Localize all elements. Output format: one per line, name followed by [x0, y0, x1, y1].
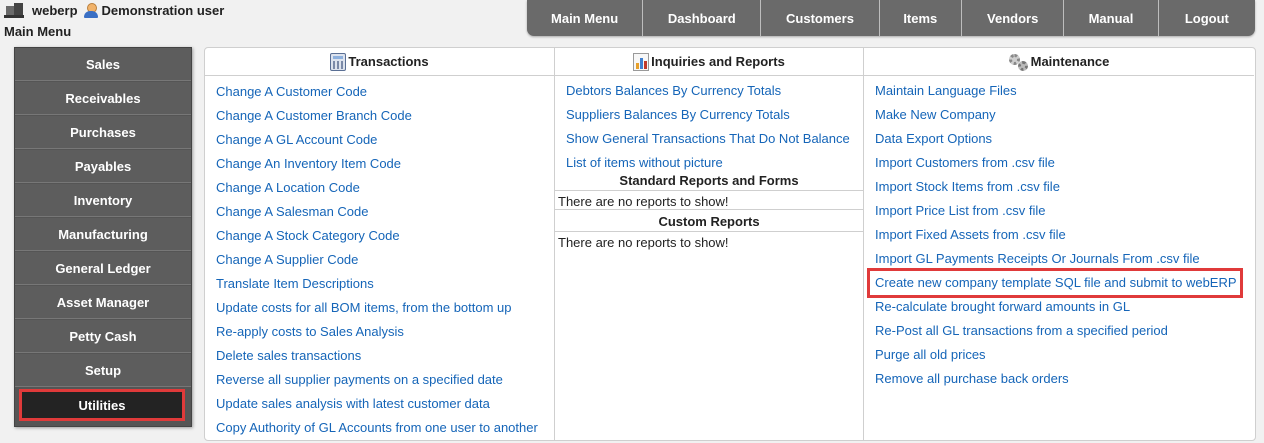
- menu-general-ledger[interactable]: General Ledger: [15, 252, 191, 285]
- menu-petty-cash[interactable]: Petty Cash: [15, 320, 191, 353]
- menu-asset-manager[interactable]: Asset Manager: [15, 286, 191, 319]
- nav-manual[interactable]: Manual: [1064, 0, 1159, 36]
- link-change-location-code[interactable]: Change A Location Code: [216, 176, 554, 200]
- link-copy-gl-authority[interactable]: Copy Authority of GL Accounts from one u…: [216, 416, 554, 440]
- link-suppliers-balances[interactable]: Suppliers Balances By Currency Totals: [566, 103, 863, 127]
- custom-reports-note: There are no reports to show!: [558, 235, 729, 250]
- link-create-company-template[interactable]: Create new company template SQL file and…: [867, 268, 1243, 298]
- link-make-new-company[interactable]: Make New Company: [875, 103, 1254, 127]
- nav-logout[interactable]: Logout: [1159, 0, 1255, 36]
- link-update-bom-costs[interactable]: Update costs for all BOM items, from the…: [216, 296, 554, 320]
- link-purge-old-prices[interactable]: Purge all old prices: [875, 343, 1254, 367]
- link-change-gl-account-code[interactable]: Change A GL Account Code: [216, 128, 554, 152]
- link-change-stock-category-code[interactable]: Change A Stock Category Code: [216, 224, 554, 248]
- menu-inventory[interactable]: Inventory: [15, 184, 191, 217]
- maintenance-section: Maintenance Maintain Language Files Make…: [864, 48, 1254, 440]
- menu-utilities[interactable]: Utilities: [19, 389, 185, 421]
- link-change-supplier-code[interactable]: Change A Supplier Code: [216, 248, 554, 272]
- link-repost-gl-transactions[interactable]: Re-Post all GL transactions from a speci…: [875, 319, 1254, 343]
- menu-receivables[interactable]: Receivables: [15, 82, 191, 115]
- link-delete-sales-transactions[interactable]: Delete sales transactions: [216, 344, 554, 368]
- link-change-customer-code[interactable]: Change A Customer Code: [216, 80, 554, 104]
- company-name: weberp: [32, 2, 78, 18]
- user-name[interactable]: Demonstration user: [102, 3, 225, 18]
- link-import-price-list[interactable]: Import Price List from .csv file: [875, 199, 1254, 223]
- maintenance-title: Maintenance: [1030, 54, 1110, 69]
- calculator-icon: [330, 52, 347, 71]
- link-change-salesman-code[interactable]: Change A Salesman Code: [216, 200, 554, 224]
- link-translate-item-descriptions[interactable]: Translate Item Descriptions: [216, 272, 554, 296]
- menu-setup[interactable]: Setup: [15, 354, 191, 387]
- inquiries-title: Inquiries and Reports: [651, 54, 785, 69]
- header: weberp Demonstration user Main Menu: [4, 2, 224, 39]
- custom-reports-title: Custom Reports: [555, 212, 863, 232]
- standard-reports-note: There are no reports to show!: [555, 191, 863, 210]
- nav-items[interactable]: Items: [880, 0, 963, 36]
- gears-icon: [1008, 53, 1029, 71]
- user-icon: [83, 2, 98, 18]
- link-reverse-supplier-payments[interactable]: Reverse all supplier payments on a speci…: [216, 368, 554, 392]
- link-import-customers[interactable]: Import Customers from .csv file: [875, 151, 1254, 175]
- transactions-section: Transactions Change A Customer Code Chan…: [205, 48, 555, 440]
- top-navigation: Main Menu Dashboard Customers Items Vend…: [527, 0, 1255, 36]
- link-change-customer-branch-code[interactable]: Change A Customer Branch Code: [216, 104, 554, 128]
- transactions-title: Transactions: [348, 54, 429, 69]
- menu-manufacturing[interactable]: Manufacturing: [15, 218, 191, 251]
- link-import-stock-items[interactable]: Import Stock Items from .csv file: [875, 175, 1254, 199]
- menu-sales[interactable]: Sales: [15, 48, 191, 81]
- page-title: Main Menu: [4, 24, 72, 39]
- link-data-export-options[interactable]: Data Export Options: [875, 127, 1254, 151]
- link-debtors-balances[interactable]: Debtors Balances By Currency Totals: [566, 79, 863, 103]
- nav-customers[interactable]: Customers: [761, 0, 880, 36]
- menu-payables[interactable]: Payables: [15, 150, 191, 183]
- company-icon: [4, 2, 26, 18]
- menu-purchases[interactable]: Purchases: [15, 116, 191, 149]
- bar-chart-icon: [633, 52, 650, 71]
- link-change-inventory-item-code[interactable]: Change An Inventory Item Code: [216, 152, 554, 176]
- nav-dashboard[interactable]: Dashboard: [643, 0, 762, 36]
- inquiries-section: Inquiries and Reports Debtors Balances B…: [555, 48, 864, 440]
- link-remove-purchase-back-orders[interactable]: Remove all purchase back orders: [875, 367, 1254, 391]
- link-recalculate-bf-amounts[interactable]: Re-calculate brought forward amounts in …: [875, 295, 1254, 319]
- link-reapply-costs-sales-analysis[interactable]: Re-apply costs to Sales Analysis: [216, 320, 554, 344]
- link-unbalanced-transactions[interactable]: Show General Transactions That Do Not Ba…: [566, 127, 863, 151]
- nav-main-menu[interactable]: Main Menu: [527, 0, 644, 36]
- main-panel: Transactions Change A Customer Code Chan…: [204, 47, 1256, 441]
- link-import-fixed-assets[interactable]: Import Fixed Assets from .csv file: [875, 223, 1254, 247]
- link-update-sales-analysis[interactable]: Update sales analysis with latest custom…: [216, 392, 554, 416]
- module-menu: Sales Receivables Purchases Payables Inv…: [14, 47, 192, 427]
- link-maintain-language-files[interactable]: Maintain Language Files: [875, 79, 1254, 103]
- link-import-gl-payments[interactable]: Import GL Payments Receipts Or Journals …: [875, 247, 1254, 271]
- nav-vendors[interactable]: Vendors: [962, 0, 1065, 36]
